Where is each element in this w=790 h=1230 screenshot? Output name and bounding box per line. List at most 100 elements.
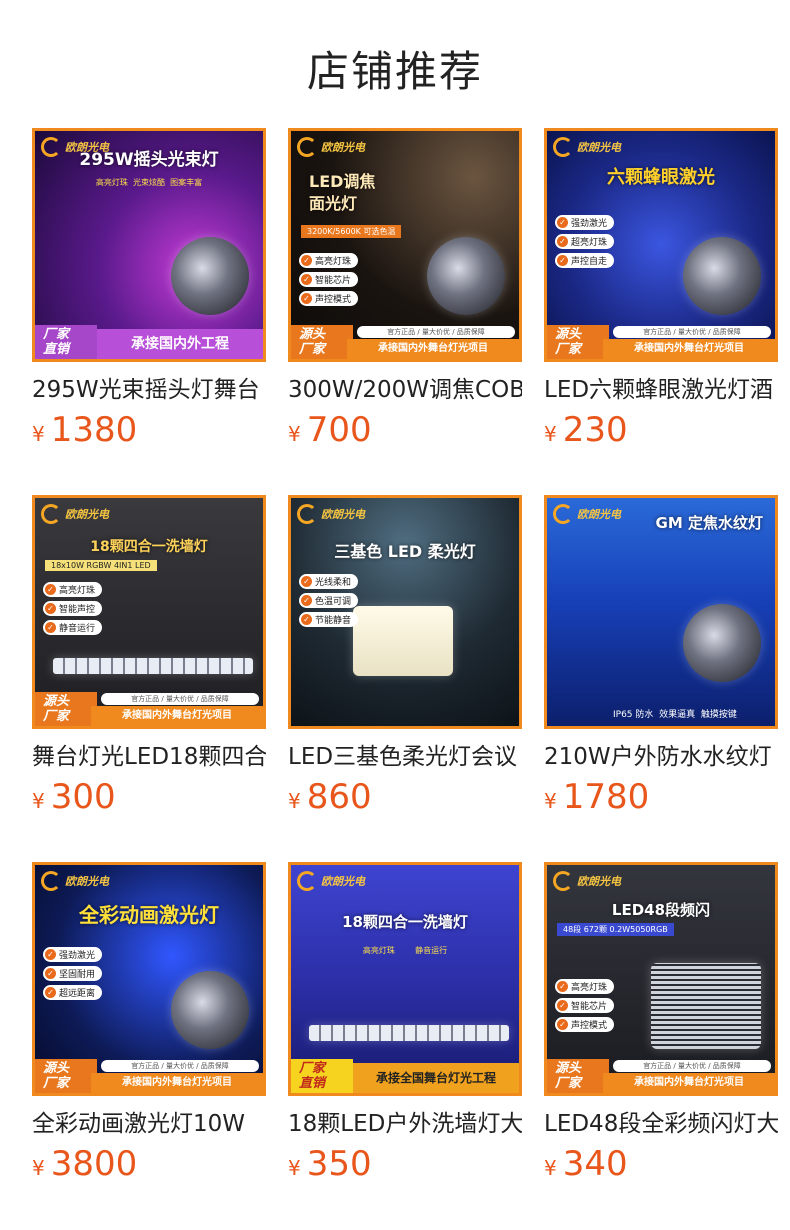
- feature-list: ✓ 强劲激光 ✓ 坚固耐用 ✓ 超远距离: [43, 947, 103, 1000]
- feature-item: ✓ 超远距离: [43, 985, 103, 1000]
- brand-logo-icon: [297, 137, 317, 157]
- brand-logo-text: 欧朗光电: [65, 875, 109, 888]
- check-icon: ✓: [45, 968, 56, 979]
- feature-label: 声控模式: [571, 1021, 608, 1031]
- promo-banner-text: 承接国内外舞台灯光项目: [603, 339, 775, 359]
- currency-symbol: ¥: [32, 1156, 45, 1180]
- check-icon: ✓: [557, 981, 568, 992]
- promo-banner-tag: 源头 厂家: [35, 692, 97, 726]
- currency-symbol: ¥: [288, 1156, 301, 1180]
- brand-logo-icon: [41, 871, 61, 891]
- check-icon: ✓: [45, 584, 56, 595]
- promo-banner-guarantee: 官方正品 / 量大价优 / 品质保障: [613, 1060, 771, 1072]
- price-value: 860: [306, 777, 372, 817]
- product-card[interactable]: 欧朗光电 六颗蜂眼激光 ✓ 强劲激光 ✓ 超亮灯珠 ✓ 声控自走 源头 厂家 承接国内外舞台灯光项…: [544, 128, 778, 450]
- check-icon: ✓: [301, 255, 312, 266]
- product-name[interactable]: 全彩动画激光灯10W: [32, 1104, 266, 1138]
- product-price: ¥1780: [544, 777, 778, 817]
- product-name[interactable]: LED48段全彩频闪灯大: [544, 1104, 778, 1138]
- promo-banner: 源头 厂家 承接国内外舞台灯光项目 官方正品 / 量大价优 / 品质保障: [547, 1059, 775, 1093]
- product-card[interactable]: 欧朗光电 三基色 LED 柔光灯 ✓ 光线柔和 ✓ 色温可调 ✓ 节能静音 LED三基色柔光灯会…: [288, 495, 522, 817]
- currency-symbol: ¥: [544, 1156, 557, 1180]
- product-card[interactable]: 欧朗光电 18颗四合一洗墙灯 18x10W RGBW 4IN1 LED ✓ 高亮灯珠 ✓ 智…: [32, 495, 266, 817]
- product-image-headline: 295W摇头光束灯: [79, 150, 219, 170]
- product-card[interactable]: 欧朗光电 295W摇头光束灯 高亮灯珠 光束炫酷 图案丰富 厂家 直销 承接国内外工程 2…: [32, 128, 266, 450]
- product-name[interactable]: 295W光束摇头灯舞台: [32, 370, 266, 404]
- check-icon: ✓: [557, 1000, 568, 1011]
- product-name[interactable]: LED六颗蜂眼激光灯酒: [544, 370, 778, 404]
- product-card[interactable]: 欧朗光电 全彩动画激光灯 ✓ 强劲激光 ✓ 坚固耐用 ✓ 超远距离 源头 厂家 承接国内外舞台灯光…: [32, 862, 266, 1184]
- promo-banner-text: 承接国内外舞台灯光项目: [347, 339, 519, 359]
- product-image-subline: 48段 672颗 0.2W5050RGB: [557, 923, 674, 936]
- brand-logo-icon: [553, 871, 573, 891]
- product-card[interactable]: 欧朗光电 GM 定焦水纹灯 IP65 防水 效果逼真 触摸按键 210W户外防水水纹灯…: [544, 495, 778, 817]
- promo-banner: 厂家 直销 承接国内外工程: [35, 325, 263, 359]
- feature-item: ✓ 静音运行: [43, 620, 103, 635]
- product-image-subline: 18x10W RGBW 4IN1 LED: [45, 560, 157, 571]
- product-image-headline: 全彩动画激光灯: [79, 903, 219, 927]
- promo-banner: 厂家 直销 承接全国舞台灯光工程: [291, 1059, 519, 1093]
- currency-symbol: ¥: [544, 422, 557, 446]
- promo-banner: 源头 厂家 承接国内外舞台灯光项目 官方正品 / 量大价优 / 品质保障: [291, 325, 519, 359]
- promo-banner-text: 承接全国舞台灯光工程: [353, 1063, 519, 1093]
- product-image[interactable]: 欧朗光电 LED48段频闪 48段 672颗 0.2W5050RGB ✓ 高亮灯珠 ✓ 智能…: [544, 862, 778, 1096]
- product-name[interactable]: 舞台灯光LED18颗四合: [32, 737, 266, 771]
- product-image[interactable]: 欧朗光电 18颗四合一洗墙灯 18x10W RGBW 4IN1 LED ✓ 高亮灯珠 ✓ 智…: [32, 495, 266, 729]
- promo-banner-text: 承接国内外舞台灯光项目: [91, 706, 263, 726]
- price-value: 340: [562, 1144, 628, 1184]
- feature-item: ✓ 声控模式: [299, 291, 359, 306]
- product-image[interactable]: 欧朗光电 全彩动画激光灯 ✓ 强劲激光 ✓ 坚固耐用 ✓ 超远距离 源头 厂家 承接国内外舞台灯光…: [32, 862, 266, 1096]
- product-price: ¥340: [544, 1144, 778, 1184]
- feature-label: 色温可调: [315, 597, 352, 607]
- currency-symbol: ¥: [288, 789, 301, 813]
- product-price: ¥1380: [32, 410, 266, 450]
- product-image-headline: LED48段频闪: [611, 901, 711, 919]
- promo-banner: 源头 厂家 承接国内外舞台灯光项目 官方正品 / 量大价优 / 品质保障: [547, 325, 775, 359]
- product-image[interactable]: 欧朗光电 GM 定焦水纹灯 IP65 防水 效果逼真 触摸按键: [544, 495, 778, 729]
- feature-label: 智能芯片: [315, 276, 352, 286]
- feature-item: ✓ 节能静音: [299, 612, 359, 627]
- product-device-shape: [309, 1025, 509, 1041]
- feature-list: ✓ 高亮灯珠 ✓ 智能芯片 ✓ 声控模式: [299, 253, 359, 306]
- feature-list: ✓ 高亮灯珠 ✓ 智能声控 ✓ 静音运行: [43, 582, 103, 635]
- product-image[interactable]: 欧朗光电 295W摇头光束灯 高亮灯珠 光束炫酷 图案丰富 厂家 直销 承接国内外工程: [32, 128, 266, 362]
- product-image-headline: 18颗四合一洗墙灯: [90, 539, 208, 555]
- product-name[interactable]: 300W/200W调焦COB: [288, 370, 522, 404]
- product-price: ¥3800: [32, 1144, 266, 1184]
- check-icon: ✓: [45, 987, 56, 998]
- product-device-shape: [427, 237, 505, 315]
- product-card[interactable]: 欧朗光电 LED调焦 面光灯 3200K/5600K 可选色温 ✓ 高亮灯珠 ✓ 智能芯片 ✓…: [288, 128, 522, 450]
- currency-symbol: ¥: [288, 422, 301, 446]
- brand-logo: 欧朗光电: [553, 137, 621, 157]
- product-image-subline: 3200K/5600K 可选色温: [301, 225, 402, 238]
- check-icon: ✓: [45, 603, 56, 614]
- feature-label: 坚固耐用: [59, 970, 96, 980]
- promo-banner-text: 承接国内外舞台灯光项目: [91, 1073, 263, 1093]
- product-image-subline: 高亮灯珠 静音运行: [362, 946, 448, 955]
- brand-logo: 欧朗光电: [41, 504, 109, 524]
- feature-item: ✓ 高亮灯珠: [43, 582, 103, 597]
- product-name[interactable]: 210W户外防水水纹灯: [544, 737, 778, 771]
- product-image[interactable]: 欧朗光电 LED调焦 面光灯 3200K/5600K 可选色温 ✓ 高亮灯珠 ✓ 智能芯片 ✓…: [288, 128, 522, 362]
- product-price: ¥700: [288, 410, 522, 450]
- product-image-headline: 三基色 LED 柔光灯: [334, 542, 476, 561]
- feature-item: ✓ 强劲激光: [555, 215, 615, 230]
- product-image-headline: LED调焦 面光灯: [309, 172, 376, 213]
- check-icon: ✓: [301, 576, 312, 587]
- feature-label: 节能静音: [315, 616, 352, 626]
- brand-logo-text: 欧朗光电: [321, 508, 365, 521]
- promo-banner-guarantee: 官方正品 / 量大价优 / 品质保障: [101, 1060, 259, 1072]
- product-image[interactable]: 欧朗光电 18颗四合一洗墙灯 高亮灯珠 静音运行 厂家 直销 承接全国舞台灯光工程: [288, 862, 522, 1096]
- product-price: ¥350: [288, 1144, 522, 1184]
- product-name[interactable]: LED三基色柔光灯会议: [288, 737, 522, 771]
- brand-logo-icon: [41, 504, 61, 524]
- product-image[interactable]: 欧朗光电 六颗蜂眼激光 ✓ 强劲激光 ✓ 超亮灯珠 ✓ 声控自走 源头 厂家 承接国内外舞台灯光项…: [544, 128, 778, 362]
- product-device-shape: [651, 963, 761, 1049]
- product-image-headline: GM 定焦水纹灯: [655, 514, 763, 532]
- product-card[interactable]: 欧朗光电 LED48段频闪 48段 672颗 0.2W5050RGB ✓ 高亮灯珠 ✓ 智能…: [544, 862, 778, 1184]
- product-image[interactable]: 欧朗光电 三基色 LED 柔光灯 ✓ 光线柔和 ✓ 色温可调 ✓ 节能静音: [288, 495, 522, 729]
- product-name[interactable]: 18颗LED户外洗墙灯大: [288, 1104, 522, 1138]
- product-card[interactable]: 欧朗光电 18颗四合一洗墙灯 高亮灯珠 静音运行 厂家 直销 承接全国舞台灯光工程 18颗…: [288, 862, 522, 1184]
- brand-logo-icon: [297, 871, 317, 891]
- brand-logo-text: 欧朗光电: [321, 141, 365, 154]
